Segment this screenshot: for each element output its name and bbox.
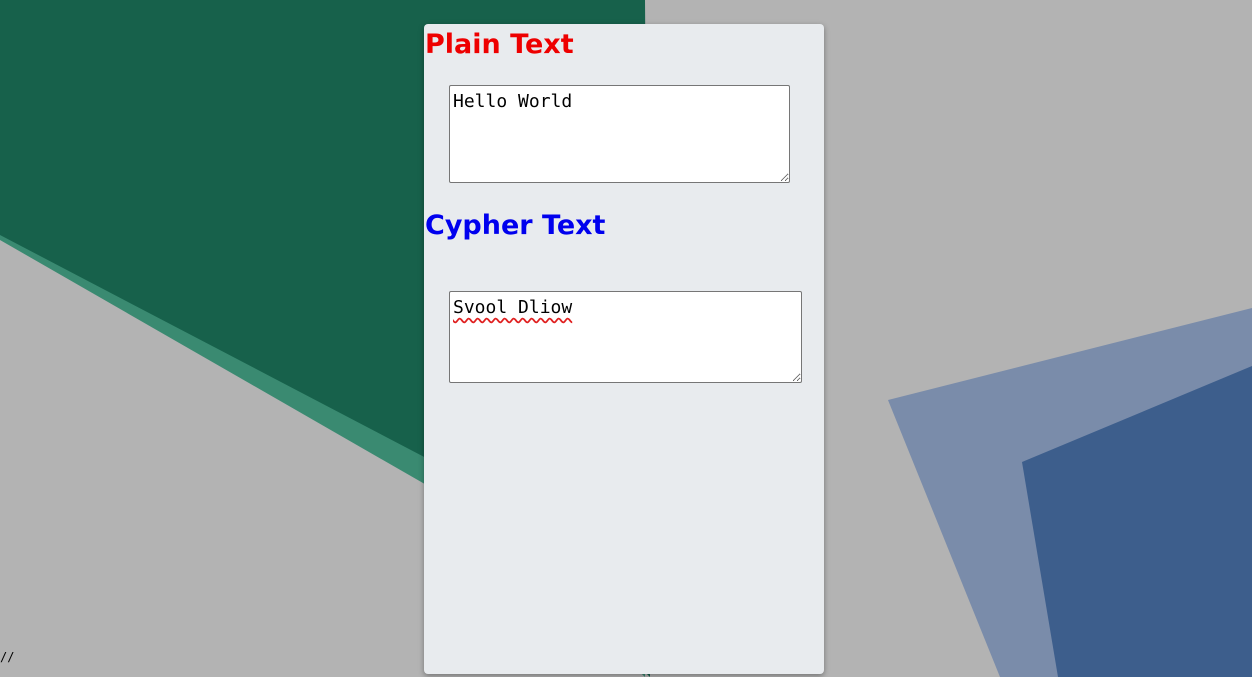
corner-mark-text: //	[0, 650, 15, 664]
plain-text-heading: Plain Text	[425, 29, 574, 60]
cypher-text-output[interactable]	[449, 291, 802, 383]
cipher-panel: Plain Text Cypher Text	[424, 24, 824, 674]
plain-text-input[interactable]	[449, 85, 790, 183]
cypher-text-heading: Cypher Text	[425, 210, 606, 241]
